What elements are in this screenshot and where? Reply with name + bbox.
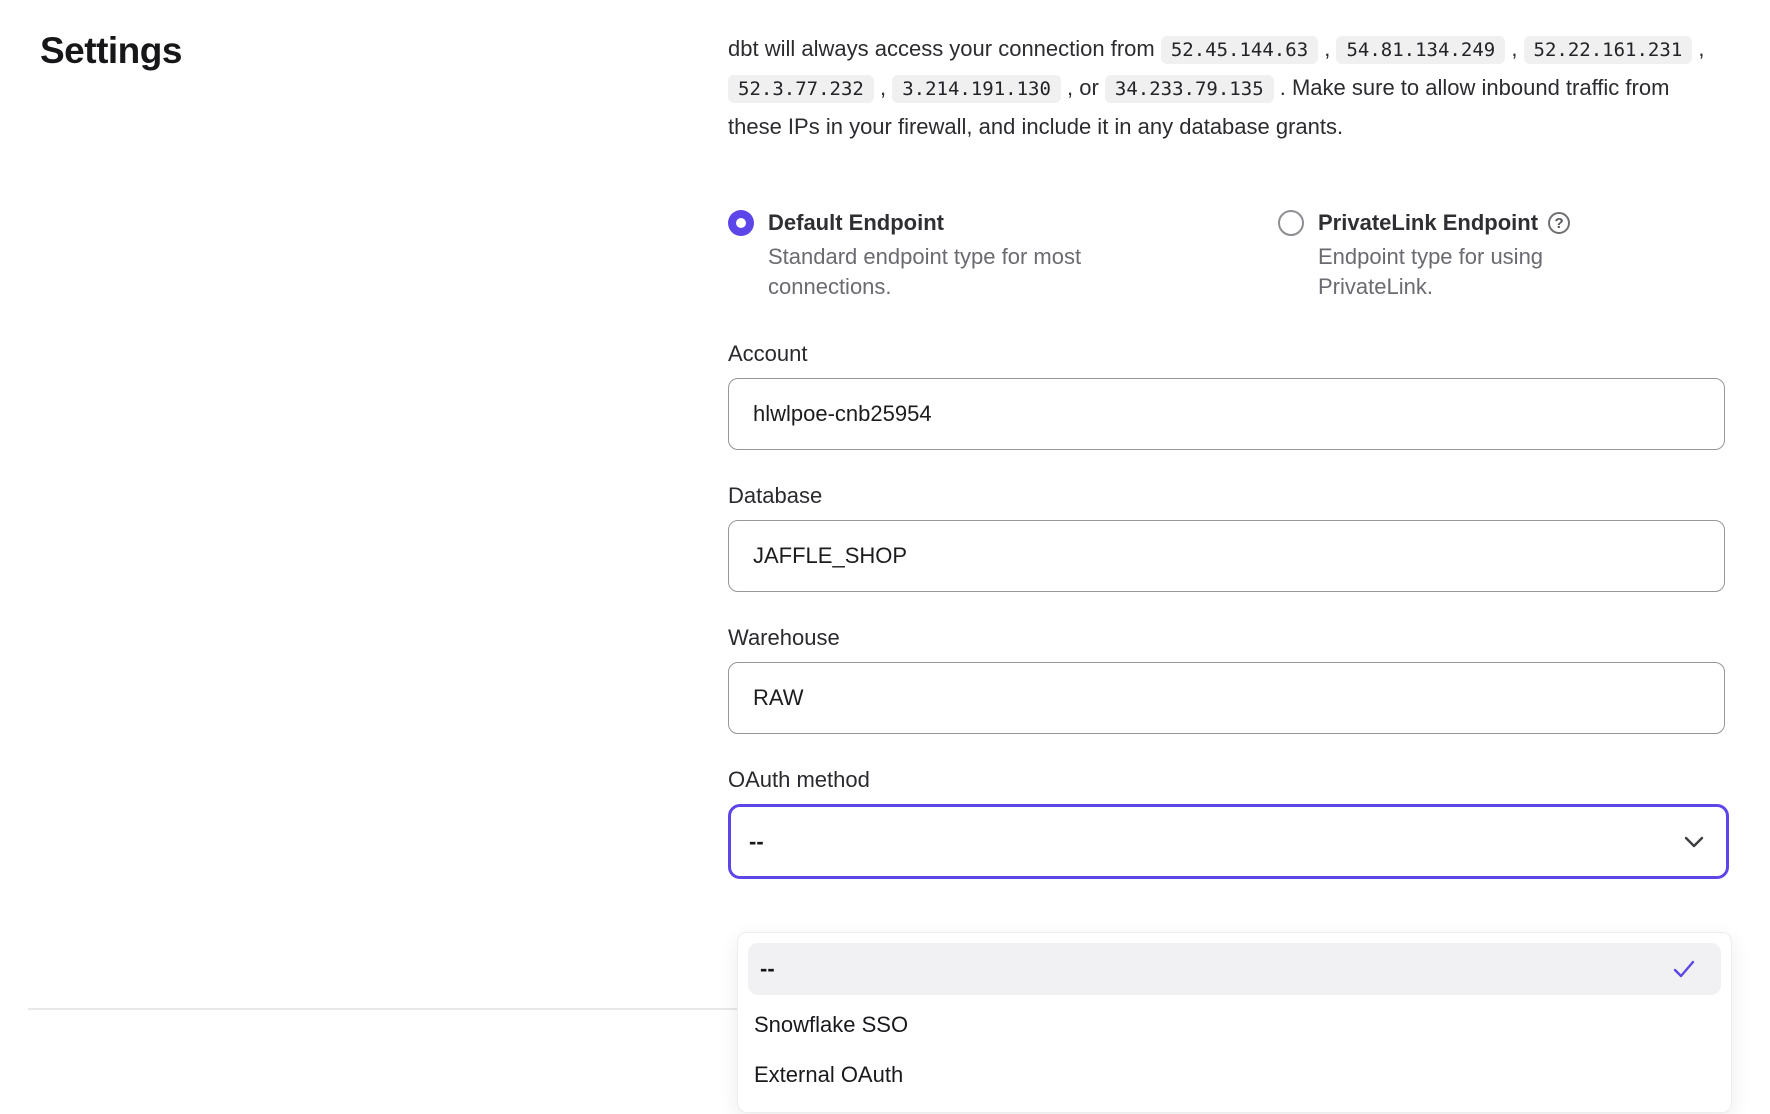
radio-label-text: Default Endpoint (768, 208, 944, 238)
ip-badge: 52.45.144.63 (1161, 36, 1318, 64)
chevron-down-icon (1684, 835, 1704, 849)
oauth-method-selected-value: -- (749, 829, 764, 855)
radio-label: Default Endpoint (768, 208, 1113, 238)
database-label: Database (728, 482, 1725, 510)
connection-settings-form: dbt will always access your connection f… (728, 30, 1725, 879)
check-icon (1671, 958, 1697, 980)
radio-selected-icon[interactable] (728, 210, 754, 236)
warehouse-label: Warehouse (728, 624, 1725, 652)
oauth-method-select[interactable]: -- (728, 804, 1729, 879)
oauth-method-field-group: OAuth method -- (728, 766, 1725, 879)
dropdown-option[interactable]: -- (748, 943, 1721, 995)
endpoint-type-radio-group: Default Endpoint Standard endpoint type … (728, 208, 1725, 302)
ip-badge: 52.3.77.232 (728, 75, 874, 103)
database-field-group: Database (728, 482, 1725, 592)
radio-label-text: PrivateLink Endpoint (1318, 208, 1538, 238)
warehouse-input[interactable] (728, 662, 1725, 734)
dropdown-option-label: Snowflake SSO (754, 1012, 908, 1038)
section-divider (28, 1008, 737, 1010)
endpoint-option-default[interactable]: Default Endpoint Standard endpoint type … (728, 208, 1278, 302)
account-label: Account (728, 340, 1725, 368)
account-field-group: Account (728, 340, 1725, 450)
dropdown-option[interactable]: Snowflake SSO (738, 1001, 1731, 1049)
endpoint-option-privatelink[interactable]: PrivateLink Endpoint ? Endpoint type for… (1278, 208, 1593, 302)
ip-badge: 3.214.191.130 (892, 75, 1061, 103)
dropdown-option-label: -- (760, 956, 775, 982)
question-mark-circle-icon[interactable]: ? (1548, 212, 1570, 234)
intro-text: dbt will always access your connection f… (728, 30, 1725, 146)
radio-label: PrivateLink Endpoint ? (1318, 208, 1593, 238)
account-input[interactable] (728, 378, 1725, 450)
oauth-method-label: OAuth method (728, 766, 1725, 794)
dropdown-option[interactable]: External OAuth (738, 1051, 1731, 1099)
oauth-method-dropdown: -- Snowflake SSO External OAuth (737, 932, 1732, 1113)
dropdown-option-label: External OAuth (754, 1062, 903, 1088)
ip-badge: 52.22.161.231 (1524, 36, 1693, 64)
radio-unselected-icon[interactable] (1278, 210, 1304, 236)
ip-badge: 54.81.134.249 (1336, 36, 1505, 64)
radio-description: Endpoint type for using PrivateLink. (1318, 242, 1593, 302)
database-input[interactable] (728, 520, 1725, 592)
ip-badge: 34.233.79.135 (1105, 75, 1274, 103)
radio-description: Standard endpoint type for most connecti… (768, 242, 1113, 302)
settings-page: Settings dbt will always access your con… (0, 0, 1770, 1114)
warehouse-field-group: Warehouse (728, 624, 1725, 734)
page-title: Settings (40, 30, 182, 72)
